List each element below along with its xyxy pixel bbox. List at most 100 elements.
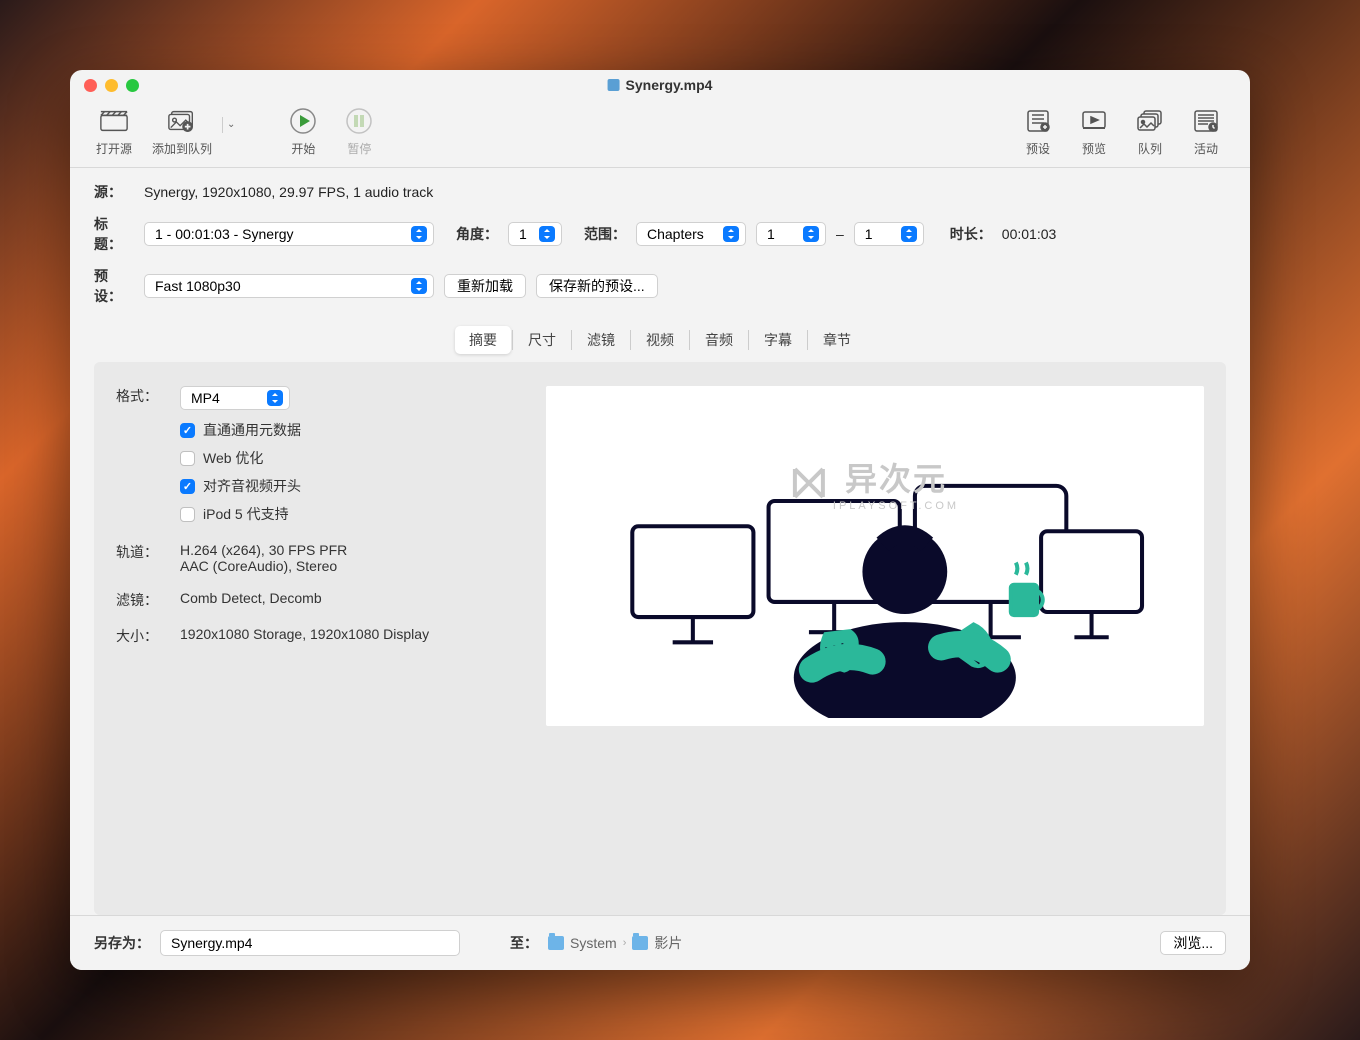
tab-chapters[interactable]: 章节 — [809, 326, 865, 354]
save-as-label: 另存为： — [94, 933, 150, 953]
watermark-logo-icon — [791, 465, 827, 501]
window-title-text: Synergy.mp4 — [626, 77, 713, 93]
tracks-value: H.264 (x264), 30 FPS PFR AAC (CoreAudio)… — [180, 542, 516, 574]
range-to-combo[interactable]: 1 — [854, 222, 924, 246]
clapperboard-icon — [96, 106, 132, 136]
preview-icon — [1076, 106, 1112, 136]
checkbox-icon — [180, 507, 195, 522]
filters-value: Comb Detect, Decomb — [180, 590, 516, 610]
format-label: 格式： — [116, 386, 164, 410]
preview-thumbnail: 异次元 IPLAYSOFT.COM — [546, 386, 1204, 726]
add-to-queue-label: 添加到队列 — [152, 140, 212, 157]
preview-illustration — [562, 395, 1187, 718]
traffic-lights — [84, 79, 139, 92]
range-label: 范围： — [584, 224, 626, 244]
angle-label: 角度： — [456, 224, 498, 244]
chevron-updown-icon — [539, 226, 555, 242]
save-as-input[interactable] — [160, 930, 460, 956]
title-label: 标题： — [94, 214, 134, 254]
queue-button[interactable]: 队列 — [1122, 106, 1178, 157]
to-label: 至： — [510, 933, 538, 953]
content-area: 源： Synergy, 1920x1080, 29.97 FPS, 1 audi… — [70, 168, 1250, 915]
pause-icon — [341, 106, 377, 136]
activity-icon — [1188, 106, 1224, 136]
folder-icon — [632, 936, 648, 950]
preset-label: 预设： — [94, 266, 134, 306]
chevron-updown-icon — [267, 390, 283, 406]
app-window: Synergy.mp4 打开源 添加到队列 ⌄ — [70, 70, 1250, 970]
source-label: 源： — [94, 182, 134, 202]
web-optimize-checkbox[interactable]: Web 优化 — [180, 448, 516, 468]
range-from-combo[interactable]: 1 — [756, 222, 826, 246]
queue-label: 队列 — [1138, 140, 1162, 157]
destination-path[interactable]: System › 影片 — [548, 933, 682, 953]
angle-combo[interactable]: 1 — [508, 222, 562, 246]
size-label: 大小： — [116, 626, 164, 646]
tab-summary[interactable]: 摘要 — [455, 326, 511, 354]
folder-icon — [548, 936, 564, 950]
range-separator: – — [836, 226, 844, 242]
format-value: MP4 — [191, 390, 220, 406]
pause-label: 暂停 — [347, 140, 371, 157]
browse-button[interactable]: 浏览... — [1160, 931, 1226, 955]
add-to-queue-dropdown[interactable]: ⌄ — [222, 117, 235, 133]
reload-preset-button[interactable]: 重新加载 — [444, 274, 526, 298]
window-zoom-button[interactable] — [126, 79, 139, 92]
range-to-value: 1 — [865, 226, 873, 242]
source-value: Synergy, 1920x1080, 29.97 FPS, 1 audio t… — [144, 184, 433, 200]
add-to-queue-button[interactable]: 添加到队列 — [142, 106, 222, 157]
chevron-updown-icon — [411, 226, 427, 242]
chevron-updown-icon — [803, 226, 819, 242]
watermark: 异次元 IPLAYSOFT.COM — [791, 454, 959, 512]
play-icon — [285, 106, 321, 136]
size-value: 1920x1080 Storage, 1920x1080 Display — [180, 626, 516, 646]
checkbox-checked-icon — [180, 423, 195, 438]
presets-icon — [1020, 106, 1056, 136]
queue-icon — [1132, 106, 1168, 136]
open-source-button[interactable]: 打开源 — [86, 106, 142, 157]
chevron-right-icon: › — [623, 937, 627, 949]
angle-value: 1 — [519, 226, 527, 242]
align-av-checkbox[interactable]: 对齐音视频开头 — [180, 476, 516, 496]
presets-label: 预设 — [1026, 140, 1050, 157]
presets-button[interactable]: 预设 — [1010, 106, 1066, 157]
passthrough-checkbox[interactable]: 直通通用元数据 — [180, 420, 516, 440]
start-button[interactable]: 开始 — [275, 106, 331, 157]
chevron-updown-icon — [723, 226, 739, 242]
app-icon — [608, 79, 620, 91]
tracks-label: 轨道： — [116, 542, 164, 574]
tab-bar: 摘要 尺寸 滤镜 视频 音频 字幕 章节 — [453, 324, 867, 356]
activity-label: 活动 — [1194, 140, 1218, 157]
preview-button[interactable]: 预览 — [1066, 106, 1122, 157]
range-mode-value: Chapters — [647, 226, 704, 242]
window-minimize-button[interactable] — [105, 79, 118, 92]
ipod5-checkbox[interactable]: iPod 5 代支持 — [180, 504, 516, 524]
save-preset-button[interactable]: 保存新的预设... — [536, 274, 658, 298]
checkbox-icon — [180, 451, 195, 466]
activity-button[interactable]: 活动 — [1178, 106, 1234, 157]
chevron-updown-icon — [411, 278, 427, 294]
open-source-label: 打开源 — [96, 140, 132, 157]
chevron-updown-icon — [901, 226, 917, 242]
preview-label: 预览 — [1082, 140, 1106, 157]
tab-subtitles[interactable]: 字幕 — [750, 326, 806, 354]
tab-filters[interactable]: 滤镜 — [573, 326, 629, 354]
footer: 另存为： 至： System › 影片 浏览... — [70, 915, 1250, 970]
range-mode-combo[interactable]: Chapters — [636, 222, 746, 246]
toolbar: 打开源 添加到队列 ⌄ 开始 — [70, 100, 1250, 168]
tab-audio[interactable]: 音频 — [691, 326, 747, 354]
summary-panel: 格式： MP4 直通通用元数据 Web 优化 对齐音视频开头 iPod 5 代支… — [94, 362, 1226, 915]
duration-label: 时长： — [950, 224, 992, 244]
start-label: 开始 — [291, 140, 315, 157]
pause-button[interactable]: 暂停 — [331, 106, 387, 157]
preset-combo[interactable]: Fast 1080p30 — [144, 274, 434, 298]
tab-dimensions[interactable]: 尺寸 — [514, 326, 570, 354]
checkbox-checked-icon — [180, 479, 195, 494]
window-close-button[interactable] — [84, 79, 97, 92]
range-from-value: 1 — [767, 226, 775, 242]
title-combo[interactable]: 1 - 00:01:03 - Synergy — [144, 222, 434, 246]
title-combo-value: 1 - 00:01:03 - Synergy — [155, 226, 294, 242]
images-plus-icon — [164, 106, 200, 136]
tab-video[interactable]: 视频 — [632, 326, 688, 354]
format-combo[interactable]: MP4 — [180, 386, 290, 410]
